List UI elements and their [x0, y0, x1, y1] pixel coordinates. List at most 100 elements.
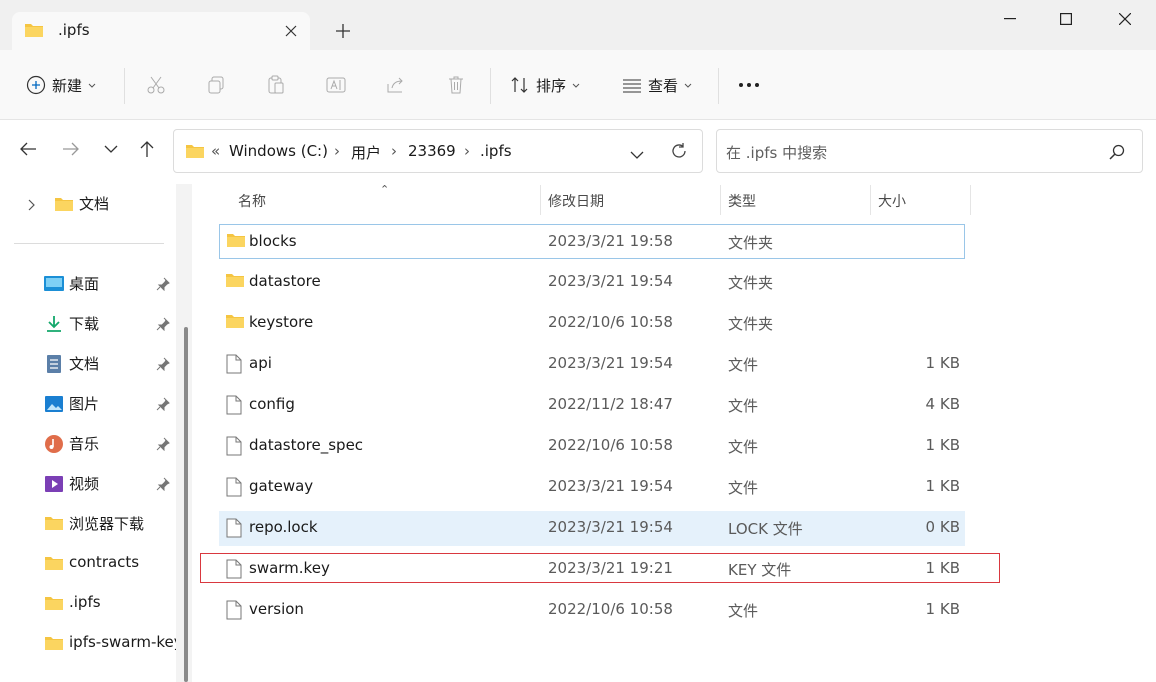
pin-icon[interactable] — [156, 317, 170, 332]
file-size: 4 KB — [925, 395, 960, 413]
recent-locations-button[interactable] — [95, 133, 127, 165]
sidebar-item-ipfs-swarm-key[interactable]: ipfs-swarm-key — [0, 629, 176, 659]
sidebar-item-documents-tree[interactable]: 文档 — [0, 189, 170, 219]
chevron-right-icon[interactable] — [28, 197, 36, 215]
chevron-right-icon[interactable]: › — [391, 142, 397, 160]
sidebar-item-label: 文档 — [79, 195, 110, 213]
chevron-down-icon[interactable] — [630, 146, 644, 164]
file-row[interactable]: datastore 2023/3/21 19:54 文件夹 — [219, 265, 965, 300]
cut-button[interactable] — [146, 70, 166, 100]
file-size: 1 KB — [925, 436, 960, 454]
file-name: config — [249, 395, 295, 413]
address-bar[interactable]: « Windows (C:) › 用户 › 23369 › .ipfs — [173, 129, 703, 173]
tab-title: .ipfs — [58, 21, 90, 39]
breadcrumb-ipfs[interactable]: .ipfs — [480, 142, 512, 160]
column-divider[interactable] — [970, 185, 971, 215]
title-bar: .ipfs — [0, 0, 1156, 50]
search-input[interactable]: 在 .ipfs 中搜索 — [716, 129, 1143, 173]
more-options-button[interactable] — [738, 70, 760, 100]
folder-icon — [44, 595, 64, 613]
sidebar-item-label: 音乐 — [69, 435, 100, 453]
sort-icon — [511, 77, 528, 93]
file-modified: 2023/3/21 19:54 — [548, 518, 673, 536]
maximize-button[interactable] — [1038, 0, 1094, 38]
pin-icon[interactable] — [156, 357, 170, 372]
sidebar-item-contracts[interactable]: contracts — [0, 549, 176, 579]
file-icon — [225, 436, 243, 460]
sidebar-item-videos[interactable]: 视频 — [0, 469, 176, 499]
paste-button[interactable] — [266, 70, 286, 100]
sidebar-item-browser-downloads[interactable]: 浏览器下载 — [0, 509, 176, 539]
sidebar-item-downloads[interactable]: 下载 — [0, 309, 176, 339]
file-row[interactable]: repo.lock 2023/3/21 19:54 LOCK 文件 0 KB — [219, 511, 965, 546]
up-button[interactable] — [131, 133, 163, 165]
new-tab-button[interactable] — [326, 16, 360, 46]
toolbar-divider — [490, 68, 491, 104]
column-divider[interactable] — [870, 185, 871, 215]
sidebar-item-label: 视频 — [69, 475, 100, 493]
file-row[interactable]: version 2022/10/6 10:58 文件 1 KB — [219, 593, 965, 628]
file-row[interactable]: keystore 2022/10/6 10:58 文件夹 — [219, 306, 965, 341]
close-tab-icon[interactable] — [276, 16, 306, 46]
breadcrumb-drive[interactable]: Windows (C:) — [229, 142, 328, 160]
sidebar-divider — [14, 243, 164, 244]
file-row[interactable]: blocks 2023/3/21 19:58 文件夹 — [219, 224, 965, 259]
share-button[interactable] — [386, 70, 406, 100]
sidebar-item-ipfs[interactable]: .ipfs — [0, 589, 176, 619]
column-divider[interactable] — [540, 185, 541, 215]
sidebar-item-desktop[interactable]: 桌面 — [0, 269, 176, 299]
music-icon — [44, 435, 64, 453]
pin-icon[interactable] — [156, 437, 170, 452]
file-size: 1 KB — [925, 354, 960, 372]
rename-button[interactable] — [326, 70, 346, 100]
column-header-modified[interactable]: 修改日期 — [548, 191, 604, 211]
file-modified: 2022/10/6 10:58 — [548, 600, 673, 618]
folder-icon — [185, 143, 205, 163]
view-list-icon — [623, 79, 641, 93]
column-divider[interactable] — [720, 185, 721, 215]
folder-icon — [225, 272, 245, 292]
pin-icon[interactable] — [156, 277, 170, 292]
search-icon[interactable] — [1109, 144, 1125, 164]
delete-button[interactable] — [446, 70, 466, 100]
back-button[interactable] — [12, 133, 44, 165]
close-window-button[interactable] — [1097, 0, 1153, 38]
pin-icon[interactable] — [156, 477, 170, 492]
sidebar-item-documents[interactable]: 文档 — [0, 349, 176, 379]
file-row[interactable]: api 2023/3/21 19:54 文件 1 KB — [219, 347, 965, 382]
sidebar-item-pictures[interactable]: 图片 — [0, 389, 176, 419]
desktop-icon — [44, 275, 64, 293]
chevron-right-icon[interactable]: › — [464, 142, 470, 160]
file-name: datastore — [249, 272, 321, 290]
sidebar-item-label: 下载 — [69, 315, 100, 333]
column-header-name[interactable]: 名称 — [238, 191, 266, 211]
sidebar-item-label: contracts — [69, 553, 140, 571]
scissors-icon — [147, 76, 165, 94]
breadcrumb-user[interactable]: 23369 — [408, 142, 456, 160]
refresh-icon[interactable] — [670, 142, 688, 164]
sort-button[interactable]: 排序 — [510, 70, 580, 100]
forward-button[interactable] — [55, 133, 87, 165]
minimize-button[interactable] — [982, 0, 1038, 38]
file-row[interactable]: config 2022/11/2 18:47 文件 4 KB — [219, 388, 965, 423]
folder-icon — [44, 515, 64, 533]
breadcrumb-overflow[interactable]: « — [211, 142, 220, 160]
column-header-size[interactable]: 大小 — [878, 191, 906, 211]
search-placeholder: 在 .ipfs 中搜索 — [726, 144, 828, 162]
file-row[interactable]: datastore_spec 2022/10/6 10:58 文件 1 KB — [219, 429, 965, 464]
pin-icon[interactable] — [156, 397, 170, 412]
file-row[interactable]: gateway 2023/3/21 19:54 文件 1 KB — [219, 470, 965, 505]
column-header-type[interactable]: 类型 — [728, 191, 756, 211]
tab-ipfs[interactable]: .ipfs — [12, 12, 310, 50]
chevron-down-icon — [684, 83, 692, 88]
ellipsis-icon — [739, 83, 759, 87]
breadcrumb-users[interactable]: 用户 — [351, 142, 381, 163]
chevron-right-icon[interactable]: › — [334, 142, 340, 160]
arrow-left-icon — [20, 142, 36, 156]
view-label: 查看 — [648, 76, 679, 95]
view-button[interactable]: 查看 — [622, 70, 692, 100]
sidebar-item-music[interactable]: 音乐 — [0, 429, 176, 459]
sidebar-scrollbar-thumb[interactable] — [184, 327, 188, 682]
copy-button[interactable] — [206, 70, 226, 100]
new-button[interactable]: 新建 — [26, 70, 96, 100]
